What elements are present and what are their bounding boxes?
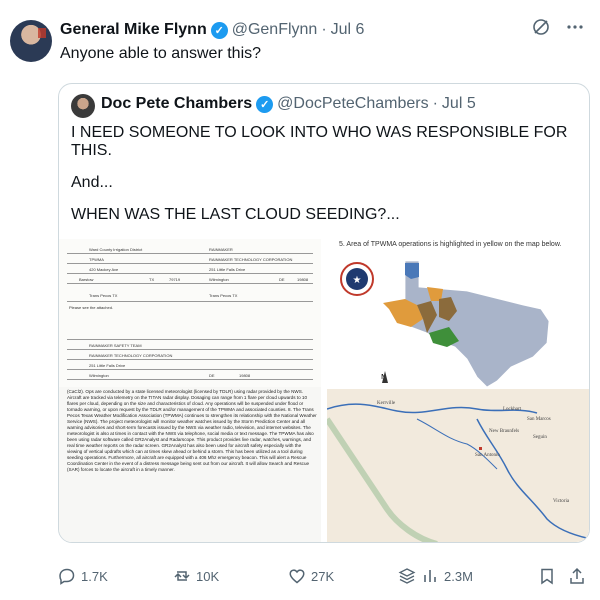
reply-count: 1.7K <box>81 568 108 584</box>
tweet-text: Anyone able to answer this? <box>60 45 262 62</box>
share-icon <box>570 567 584 584</box>
share-button[interactable] <box>568 567 586 585</box>
place-label: San Antonio <box>475 453 500 458</box>
place-label: New Braunfels <box>489 429 520 434</box>
form-rule <box>67 359 313 360</box>
separator: · <box>432 95 438 112</box>
form-label: 19808 <box>239 373 251 378</box>
quote-avatar[interactable] <box>71 94 95 118</box>
separator: · <box>321 21 327 38</box>
repost-icon <box>174 571 190 581</box>
flag-pin-icon <box>38 28 46 38</box>
river-map: Kerrville Lockhart San Marcos New Braunf… <box>327 389 589 542</box>
form-rule <box>67 369 313 370</box>
document-image[interactable]: Ward County Irrigation District RAINMAKE… <box>59 239 321 542</box>
form-label: 251 Little Falls Drive <box>89 363 126 368</box>
quote-header: Doc Pete Chambers ✓ @DocPeteChambers · J… <box>101 95 476 113</box>
form-rule <box>67 253 313 254</box>
form-rule <box>67 349 313 350</box>
quote-author-name[interactable]: Doc Pete Chambers <box>101 95 252 113</box>
bookmark-button[interactable] <box>538 567 556 585</box>
form-label: Trans Pecos TX <box>89 293 118 298</box>
place-label: Kerrville <box>377 401 396 406</box>
form-label: DE <box>279 277 285 282</box>
form-label: Barstow <box>79 277 94 282</box>
svg-text:★: ★ <box>353 275 362 286</box>
form-rule <box>67 273 313 274</box>
form-label: 79719 <box>169 277 181 282</box>
author-handle[interactable]: @GenFlynn <box>232 21 318 39</box>
form-label: Wilmington <box>209 277 229 282</box>
form-label: 420 Mackey Ave <box>89 267 119 272</box>
quote-date[interactable]: Jul 5 <box>442 95 476 113</box>
document-body-text: (CaCl2). Ops are conducted by a state li… <box>67 389 317 472</box>
form-label: Ward County Irrigation District <box>89 247 143 252</box>
map-image[interactable]: 5. Area of TPWMA operations is highlight… <box>327 239 589 542</box>
views-icon <box>424 570 436 582</box>
quote-text-line-2: And... <box>71 174 113 191</box>
quote-text-line-3: WHEN WAS THE LAST CLOUD SEEDING?... <box>71 206 400 223</box>
verified-badge-icon: ✓ <box>210 21 228 39</box>
tweet-header: General Mike Flynn ✓ @GenFlynn · Jul 6 <box>60 21 364 39</box>
like-count: 27K <box>311 568 335 584</box>
form-rule <box>67 263 313 264</box>
tweet-date[interactable]: Jul 6 <box>331 21 365 39</box>
bookmark-icon <box>541 568 553 585</box>
place-label: San Marcos <box>527 417 551 422</box>
action-bar: 1.7K 10K 27K 2.3M <box>58 565 588 587</box>
form-rule <box>67 301 313 302</box>
views-button[interactable]: 2.3M <box>398 567 473 585</box>
form-rule <box>67 339 313 340</box>
quoted-tweet[interactable]: Doc Pete Chambers ✓ @DocPeteChambers · J… <box>58 83 590 543</box>
form-label: RAINMAKER TECHNOLOGY CORPORATION <box>209 257 293 262</box>
form-label: 251 Little Falls Drive <box>209 267 246 272</box>
avatar[interactable] <box>10 20 52 62</box>
like-button[interactable]: 27K <box>288 567 334 585</box>
repost-button[interactable]: 10K <box>173 567 219 585</box>
form-label: Wilmington <box>89 373 109 378</box>
author-name[interactable]: General Mike Flynn <box>60 21 207 39</box>
place-label: Victoria <box>553 499 570 504</box>
grok-icon[interactable] <box>532 18 550 41</box>
form-section: Ward County Irrigation District RAINMAKE… <box>59 239 321 387</box>
form-label: TPWMA <box>89 257 104 262</box>
reply-icon <box>59 568 75 585</box>
views-count: 2.3M <box>444 568 473 584</box>
form-rule <box>67 379 313 380</box>
grok-stack-icon <box>398 568 416 584</box>
place-label: Seguin <box>533 435 547 440</box>
form-label: DE <box>209 373 215 378</box>
place-label: Lockhart <box>503 407 522 412</box>
form-label: 19808 <box>297 277 309 282</box>
quote-author-handle[interactable]: @DocPeteChambers <box>277 95 428 113</box>
form-label: Trans Pecos TX <box>209 293 238 298</box>
form-label: RAINMAKER TECHNOLOGY CORPORATION <box>89 353 173 358</box>
repost-count: 10K <box>196 568 220 584</box>
top-icons <box>532 18 584 41</box>
more-options-icon[interactable] <box>566 18 584 41</box>
reply-button[interactable]: 1.7K <box>58 567 108 585</box>
form-label: Please see the attached. <box>69 305 114 310</box>
heart-icon <box>289 569 305 584</box>
form-rule <box>67 283 313 284</box>
quote-text-line-1: I NEED SOMEONE TO LOOK INTO WHO WAS RESP… <box>71 124 568 159</box>
form-label: RAINMAKER <box>209 247 233 252</box>
form-label: RAINMAKER SAFETY TEAM <box>89 343 142 348</box>
tweet: General Mike Flynn ✓ @GenFlynn · Jul 6 A… <box>0 0 600 600</box>
form-label: TX <box>149 277 155 282</box>
texas-map: ★ N <box>340 260 550 388</box>
verified-badge-icon: ✓ <box>256 95 274 113</box>
